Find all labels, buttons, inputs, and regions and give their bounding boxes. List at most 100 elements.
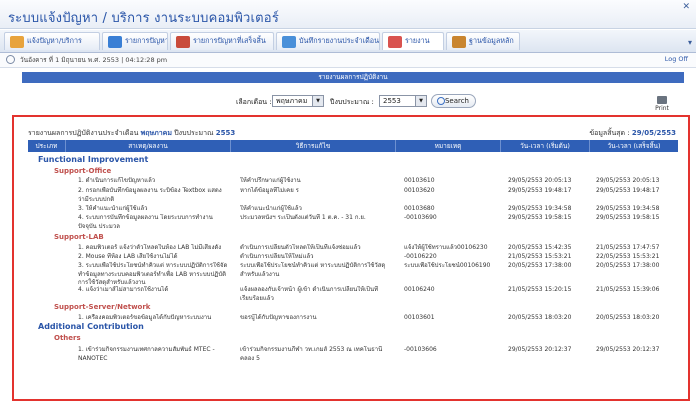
cell-cause: 1. ดำเนินการแก้ไขปัญหาแล้ว	[78, 177, 156, 184]
asof-label: ข้อมูลสิ้นสุด :	[589, 129, 630, 137]
tab-master-database[interactable]: ฐานข้อมูลหลัก	[446, 32, 520, 50]
report-title: รายงานผลการปฏิบัติงานประจำเดือน พฤษภาคม …	[28, 128, 235, 139]
month-label: เลือกเดือน :	[236, 98, 272, 106]
cell-note: 00103620	[404, 187, 435, 194]
subgroup-heading: Support-Server/Network	[54, 303, 151, 311]
cell-fix: ขอรบู้ได้กับปัญหาของการงาน	[240, 314, 317, 321]
cell-end: 21/05/2553 17:47:57	[596, 244, 660, 251]
cell-end: 29/05/2553 19:34:58	[596, 205, 660, 212]
tab-label: แจ้งปัญหา/บริการ	[27, 36, 82, 45]
tab-completed-problems[interactable]: รายการปัญหาที่เสร็จสิ้น	[170, 32, 274, 50]
cell-start: 20/05/2553 15:42:35	[508, 244, 572, 251]
cell-end: 21/05/2553 15:39:06	[596, 286, 660, 293]
group-heading: Functional Improvement	[38, 155, 149, 164]
report-year: 2553	[215, 129, 236, 137]
current-datetime: วันอังคาร ที่ 1 มิถุนายน พ.ศ. 2553 | 04:…	[20, 56, 168, 64]
cell-end: 22/05/2553 15:53:21	[596, 253, 660, 260]
database-icon	[452, 35, 466, 48]
year-label: ปีงบประมาณ :	[330, 98, 374, 106]
tab-label: รายการปัญหาที่เสร็จสิ้น	[193, 36, 266, 45]
grid-icon	[176, 35, 190, 48]
subgroup-heading: Support-Office	[54, 167, 112, 175]
cell-fix: ให้คำแนะนำแก่ผู้ใช้แล้ว	[240, 205, 302, 212]
cell-note: 00103601	[404, 314, 435, 321]
cell-note: 00103680	[404, 205, 435, 212]
cell-start: 21/05/2553 15:53:21	[508, 253, 572, 260]
cell-start: 21/05/2553 15:20:15	[508, 286, 572, 293]
search-button-label: Search	[444, 97, 469, 105]
tab-label: รายงาน	[405, 36, 430, 45]
report-asof: ข้อมูลสิ้นสุด : 29/05/2553	[589, 128, 676, 139]
title-bar: ระบบแจ้งปัญหา / บริการ งานระบบคอมพิวเตอร…	[0, 0, 696, 29]
cell-fix: ดำเนินการเปลี่ยนให้ใหม่แล้ว	[240, 253, 314, 260]
cell-note: 00106240	[404, 286, 435, 293]
cell-note: 00103610	[404, 177, 435, 184]
col-fix: วิธีการแก้ไข	[231, 140, 396, 152]
status-bar: วันอังคาร ที่ 1 มิถุนายน พ.ศ. 2553 | 04:…	[0, 53, 696, 68]
cell-note: -00103690	[404, 214, 437, 221]
tab-report[interactable]: รายงาน	[382, 32, 444, 50]
clock-icon	[6, 55, 15, 64]
search-button[interactable]: Search	[431, 94, 476, 108]
cell-fix: ให้คำปรึกษาแก่ผู้ใช้งาน	[240, 177, 301, 184]
cell-cause: 3. ระบบเพื่อใช้ประโยชน์ทำคิวแต่ หาระบบปฏ…	[78, 262, 228, 286]
report-year-prefix: ปีงบประมาณ	[174, 129, 214, 137]
group-heading: Additional Contribution	[38, 322, 144, 331]
col-type: ประเภท	[28, 140, 66, 152]
cell-fix: หากได้ข้อมูลที่ไม่เคย ร	[240, 187, 299, 194]
tab-problem-list[interactable]: รายการปัญหา	[102, 32, 168, 50]
cell-note: -00106220	[404, 253, 437, 260]
cell-start: 29/05/2553 19:58:15	[508, 214, 572, 221]
calendar-icon	[282, 35, 296, 48]
cell-fix: ประมวลหนังฯ ระเป็นตั้งแต่วันที่ 1 ต.ค. -…	[240, 214, 366, 221]
list-icon	[108, 35, 122, 48]
tab-report-problem[interactable]: แจ้งปัญหา/บริการ	[4, 32, 100, 50]
cell-start: 29/05/2553 20:05:13	[508, 177, 572, 184]
cell-note: ระบบเพื่อใช้ประโยชน์00106190	[404, 262, 491, 269]
chevron-down-icon[interactable]: ▾	[688, 38, 692, 47]
tab-bar: แจ้งปัญหา/บริการ รายการปัญหา รายการปัญหา…	[0, 30, 696, 53]
year-select[interactable]: 2553 ▼	[379, 95, 427, 107]
report-month: พฤษภาคม	[140, 129, 172, 137]
app-title: ระบบแจ้งปัญหา / บริการ งานระบบคอมพิวเตอร…	[8, 11, 279, 26]
chevron-down-icon: ▼	[312, 96, 323, 106]
cell-start: 20/05/2553 18:03:20	[508, 314, 572, 321]
cell-cause: 4. ระบบการบันทึกข้อมูลผลงาน โดยระบบการทำ…	[78, 214, 213, 230]
cell-fix: เข้าร่วมกิจกรรมงานกีฬา วท.เกมส์ 2553 ณ เ…	[240, 346, 383, 362]
col-end: วัน-เวลา (เสร็จสิ้น)	[607, 142, 661, 150]
month-select[interactable]: พฤษภาคม ▼	[272, 95, 324, 107]
tab-monthly-record[interactable]: บันทึกรายงานประจำเดือน	[276, 32, 380, 50]
month-select-value: พฤษภาคม	[276, 97, 308, 105]
report-title-prefix: รายงานผลการปฏิบัติงานประจำเดือน	[28, 129, 139, 137]
cell-end: 20/05/2553 17:38:00	[596, 262, 660, 269]
col-start: วัน-เวลา (เริ่มต้น)	[501, 140, 590, 152]
cell-fix: ดำเนินการเปลี่ยนตัวโหลดให้เป็นที่แจ้งซ่อ…	[240, 244, 361, 251]
subgroup-heading: Others	[54, 334, 81, 342]
wrench-icon	[10, 35, 24, 48]
printer-icon	[657, 96, 667, 104]
chart-icon	[388, 35, 402, 48]
col-cause: สาเหตุ/ผลงาน	[66, 140, 231, 152]
subgroup-heading: Support-LAB	[54, 233, 104, 241]
cell-end: 29/05/2553 20:12:37	[596, 346, 660, 353]
cell-end: 29/05/2553 19:48:17	[596, 187, 660, 194]
cell-fix: แจ้งผลลองกับเจ้าหน้า ผู้เข้า ดำเนินการเป…	[240, 286, 379, 302]
cell-cause: 1. เข้าร่วมกิจกรรมงานเทศกาลความสัมพันธ์ …	[78, 346, 215, 362]
print-button[interactable]: Print	[652, 96, 672, 112]
cell-start: 29/05/2553 19:34:58	[508, 205, 572, 212]
section-header: รายงานผลการปฏิบัติงาน	[22, 72, 684, 83]
cell-note: -00103606	[404, 346, 437, 353]
cell-cause: 2. Mouse ที่ห้อง LAB เสียใช้งานไม่ได้	[78, 253, 178, 260]
close-icon[interactable]: ✕	[682, 2, 690, 12]
cell-cause: 2. กรอกเพื่อบันทึกข้อมูลผลงาน ระบิข้อง T…	[78, 187, 222, 203]
cell-fix: ระบบเพื่อใช้ประโยชน์ทำคิวแต่ หาระบบปฏิบั…	[240, 262, 386, 278]
cell-start: 29/05/2553 19:48:17	[508, 187, 572, 194]
print-label: Print	[655, 105, 669, 112]
search-icon	[437, 97, 445, 105]
chevron-down-icon: ▼	[415, 96, 426, 106]
asof-date: 29/05/2553	[631, 129, 676, 137]
tab-label: บันทึกรายงานประจำเดือน	[299, 36, 380, 45]
logoff-link[interactable]: Log Off	[665, 55, 688, 63]
cell-start: 20/05/2553 17:38:00	[508, 262, 572, 269]
cell-cause: 3. ให้คำแนะนำแก่ผู้ใช้แล้ว	[78, 205, 148, 212]
